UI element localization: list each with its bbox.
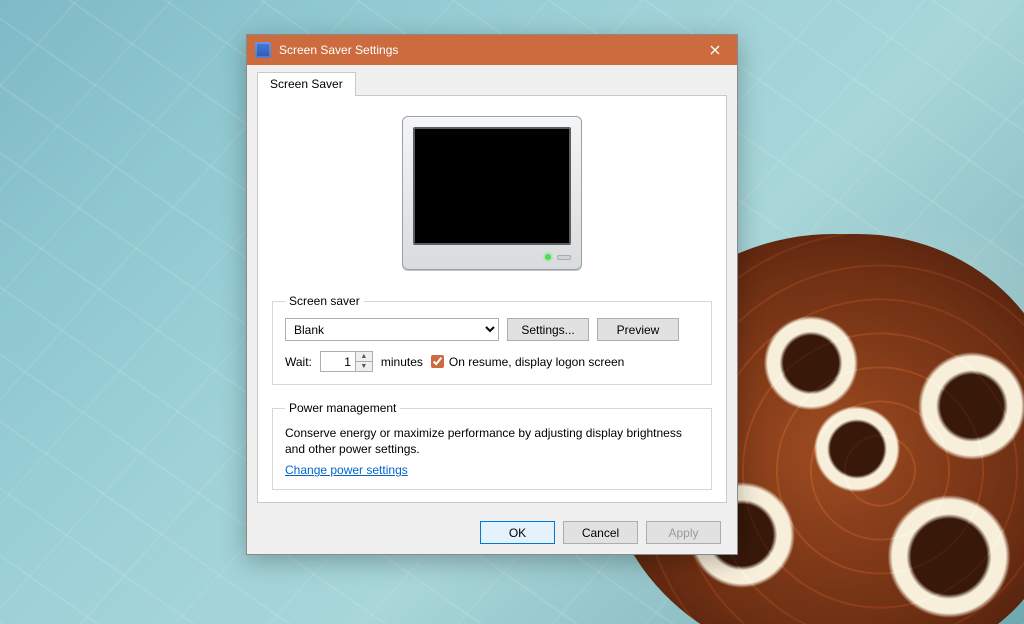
preview-button-label: Preview [617, 323, 660, 337]
group-screen-saver: Screen saver Blank Settings... Preview W… [272, 294, 712, 385]
resume-checkbox-label[interactable]: On resume, display logon screen [431, 355, 624, 369]
spin-up-button[interactable]: ▲ [356, 352, 372, 362]
cancel-label: Cancel [582, 526, 619, 540]
tab-label: Screen Saver [270, 77, 343, 91]
close-icon [710, 45, 720, 55]
power-led-icon [545, 254, 551, 260]
settings-button-label: Settings... [521, 323, 574, 337]
monitor-screen [413, 127, 571, 245]
monitor-preview [402, 116, 582, 270]
screensaver-dropdown[interactable]: Blank [285, 318, 499, 341]
monitor-base [413, 245, 571, 263]
client-area: Screen Saver Screen saver Blank [247, 65, 737, 554]
group-power-management: Power management Conserve energy or maxi… [272, 401, 712, 490]
tab-page: Screen saver Blank Settings... Preview W… [257, 96, 727, 503]
wait-input[interactable] [321, 352, 355, 371]
tab-screen-saver[interactable]: Screen Saver [257, 72, 356, 96]
close-button[interactable] [692, 35, 737, 65]
preview-area [272, 110, 712, 290]
window-title: Screen Saver Settings [279, 43, 684, 57]
resume-text: On resume, display logon screen [449, 355, 624, 369]
dialog-button-row: OK Cancel Apply [257, 511, 727, 544]
apply-button[interactable]: Apply [646, 521, 721, 544]
ok-label: OK [509, 526, 526, 540]
power-button-icon [557, 255, 571, 260]
screen-saver-settings-dialog: Screen Saver Settings Screen Saver [246, 34, 738, 555]
group-screen-saver-legend: Screen saver [285, 294, 364, 308]
tabstrip: Screen Saver [257, 71, 727, 96]
titlebar[interactable]: Screen Saver Settings [247, 35, 737, 65]
app-icon [255, 42, 271, 58]
minutes-label: minutes [381, 355, 423, 369]
group-power-legend: Power management [285, 401, 400, 415]
spinner-arrows: ▲ ▼ [355, 352, 372, 371]
change-power-settings-link[interactable]: Change power settings [285, 463, 408, 477]
settings-button[interactable]: Settings... [507, 318, 589, 341]
ok-button[interactable]: OK [480, 521, 555, 544]
preview-button[interactable]: Preview [597, 318, 679, 341]
wait-label: Wait: [285, 355, 312, 369]
link-text: Change power settings [285, 463, 408, 477]
apply-label: Apply [668, 526, 698, 540]
resume-checkbox[interactable] [431, 355, 444, 368]
power-description: Conserve energy or maximize performance … [285, 425, 699, 457]
cancel-button[interactable]: Cancel [563, 521, 638, 544]
wait-spinner[interactable]: ▲ ▼ [320, 351, 373, 372]
spin-down-button[interactable]: ▼ [356, 362, 372, 371]
